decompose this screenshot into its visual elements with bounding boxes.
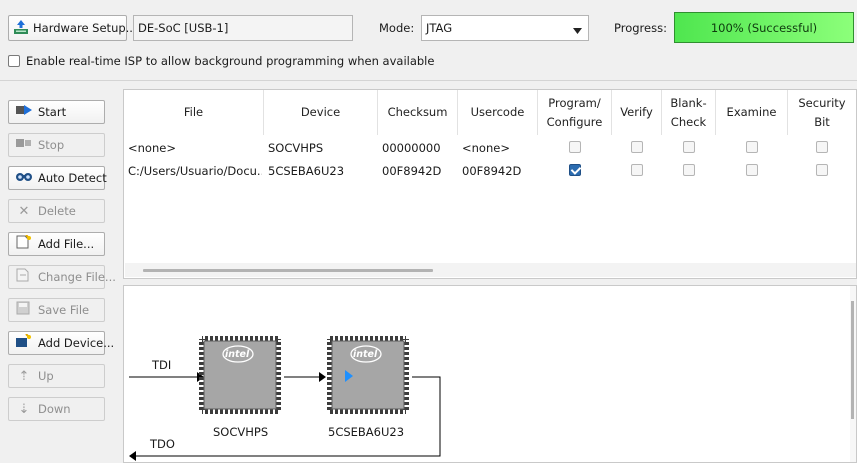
- stop-button[interactable]: Stop: [8, 133, 105, 157]
- add-file-button[interactable]: Add File...: [8, 232, 105, 256]
- down-label: Down: [38, 402, 71, 416]
- row-file: C:/Users/Usuario/Docu...: [128, 164, 262, 178]
- program-checkbox[interactable]: [569, 141, 581, 153]
- down-button[interactable]: ⇣ Down: [8, 397, 105, 421]
- tdo-label: TDO: [150, 437, 175, 451]
- blank-check-checkbox[interactable]: [683, 164, 695, 176]
- col-header-device[interactable]: Device: [264, 90, 378, 135]
- hardware-setup-label: Hardware Setup...: [33, 21, 137, 35]
- save-file-label: Save File: [38, 303, 90, 317]
- blank-check-checkbox[interactable]: [683, 141, 695, 153]
- jtag-chain-panel: intel intel TDI TDO SOCVHPS 5CSEBA6U23: [123, 285, 857, 463]
- col-header-checksum[interactable]: Checksum: [378, 90, 458, 135]
- add-file-label: Add File...: [38, 237, 95, 251]
- examine-checkbox[interactable]: [746, 164, 758, 176]
- delete-icon: ✕: [18, 203, 30, 219]
- program-checkbox[interactable]: [569, 164, 581, 176]
- isp-checkbox[interactable]: [8, 55, 20, 67]
- save-file-button[interactable]: Save File: [8, 298, 105, 322]
- stop-label: Stop: [38, 138, 65, 152]
- hardware-field: DE-SoC [USB-1]: [133, 15, 353, 41]
- col-header-usercode[interactable]: Usercode: [458, 90, 538, 135]
- auto-detect-icon: [15, 169, 33, 187]
- stop-icon: [15, 136, 33, 154]
- scrollbar-thumb[interactable]: [851, 301, 854, 419]
- row-file: <none>: [128, 141, 176, 155]
- isp-option[interactable]: Enable real-time ISP to allow background…: [8, 54, 434, 68]
- chip-name-5cseba6u23: 5CSEBA6U23: [328, 425, 405, 439]
- up-icon: ⇡: [18, 368, 30, 384]
- col-header-blank-check[interactable]: Blank- Check: [662, 90, 716, 135]
- hardware-value: DE-SoC [USB-1]: [138, 21, 229, 35]
- change-file-label: Change File...: [38, 270, 116, 284]
- scrollbar-thumb[interactable]: [143, 269, 433, 272]
- row-checksum: 00F8942D: [382, 164, 442, 178]
- col-header-file[interactable]: File: [124, 90, 264, 135]
- start-label: Start: [38, 105, 67, 119]
- svg-text:intel: intel: [353, 349, 378, 360]
- row-usercode: <none>: [462, 141, 510, 155]
- col-header-examine[interactable]: Examine: [716, 90, 788, 135]
- isp-label: Enable real-time ISP to allow background…: [26, 54, 435, 68]
- col-header-security-bit[interactable]: Security Bit: [788, 90, 856, 135]
- add-device-button[interactable]: Add Device...: [8, 331, 114, 355]
- security-bit-checkbox[interactable]: [816, 141, 828, 153]
- down-icon: ⇣: [18, 401, 30, 417]
- progress-label: Progress:: [614, 21, 667, 35]
- col-header-program[interactable]: Program/Configure: [538, 90, 612, 135]
- progress-bar: 100% (Successful): [674, 12, 854, 43]
- add-device-label: Add Device...: [38, 336, 115, 350]
- chip-5cseba6u23[interactable]: intel: [327, 336, 409, 414]
- hardware-setup-button[interactable]: Hardware Setup...: [8, 15, 137, 41]
- top-divider: [0, 80, 857, 81]
- col-header-verify[interactable]: Verify: [612, 90, 662, 135]
- save-file-icon: [15, 301, 33, 319]
- vertical-scrollbar[interactable]: [850, 286, 856, 462]
- tdi-label: TDI: [152, 358, 172, 372]
- progress-text: 100% (Successful): [710, 20, 818, 35]
- start-icon: [15, 103, 33, 121]
- svg-text:intel: intel: [225, 349, 250, 360]
- device-table: File Device Checksum Usercode Program/Co…: [123, 89, 857, 279]
- add-file-icon: [15, 234, 33, 253]
- row-device: SOCVHPS: [268, 141, 324, 155]
- horizontal-scrollbar[interactable]: [125, 263, 856, 277]
- verify-checkbox[interactable]: [631, 141, 643, 153]
- add-device-icon: [15, 333, 33, 352]
- up-button[interactable]: ⇡ Up: [8, 364, 105, 388]
- change-file-button[interactable]: Change File...: [8, 265, 116, 289]
- row-checksum: 00000000: [382, 141, 441, 155]
- auto-detect-button[interactable]: Auto Detect: [8, 166, 107, 190]
- delete-button[interactable]: ✕ Delete: [8, 199, 105, 223]
- up-label: Up: [38, 369, 54, 383]
- change-file-icon: [15, 268, 33, 286]
- chip-name-socvhps: SOCVHPS: [213, 425, 269, 439]
- chip-socvhps[interactable]: intel: [199, 336, 281, 414]
- verify-checkbox[interactable]: [631, 164, 643, 176]
- chevron-down-icon: [573, 23, 582, 37]
- row-device: 5CSEBA6U23: [268, 164, 345, 178]
- security-bit-checkbox[interactable]: [816, 164, 828, 176]
- mode-select[interactable]: JTAG: [421, 15, 589, 41]
- examine-checkbox[interactable]: [746, 141, 758, 153]
- hardware-icon: [13, 19, 29, 38]
- mode-label: Mode:: [379, 21, 415, 35]
- row-usercode: 00F8942D: [462, 164, 522, 178]
- start-button[interactable]: Start: [8, 100, 105, 124]
- delete-label: Delete: [38, 204, 76, 218]
- auto-detect-label: Auto Detect: [38, 171, 107, 185]
- mode-value: JTAG: [426, 21, 453, 35]
